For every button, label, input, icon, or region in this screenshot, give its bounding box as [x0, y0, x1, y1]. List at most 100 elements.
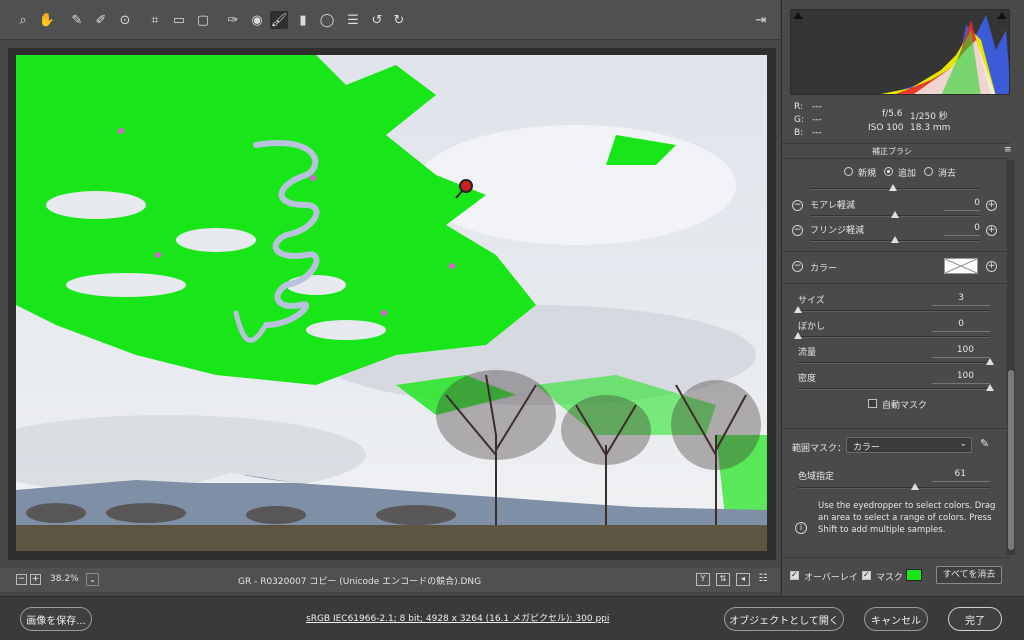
swap-icon[interactable]: ⇅: [716, 573, 730, 586]
density-slider-track[interactable]: [798, 388, 990, 390]
zoom-level[interactable]: 38.2%: [50, 574, 79, 584]
done-button[interactable]: 完了: [948, 607, 1002, 631]
feather-slider-thumb[interactable]: [794, 332, 802, 339]
density-value[interactable]: 100: [944, 371, 974, 381]
red-eye-icon[interactable]: ◉: [248, 11, 266, 29]
color-range-slider-track[interactable]: [798, 487, 990, 489]
zoom-out-button[interactable]: −: [16, 574, 27, 585]
open-object-button[interactable]: オブジェクトとして開く: [724, 607, 844, 631]
g-value: ---: [812, 115, 822, 125]
photo-image: [16, 55, 767, 551]
automask-checkbox[interactable]: [868, 399, 877, 408]
feather-value[interactable]: 0: [934, 319, 964, 329]
range-mask-label: 範囲マスク：: [792, 444, 847, 454]
radio-new[interactable]: [844, 167, 853, 176]
color-sampler-icon[interactable]: ✐: [92, 11, 110, 29]
size-value[interactable]: 3: [934, 293, 964, 303]
flow-label: 流量: [798, 348, 817, 358]
bottom-bar: 画像を保存... sRGB IEC61966-2.1; 8 bit; 4928 …: [0, 596, 1024, 640]
mode-erase-label: 消去: [938, 169, 957, 179]
copy-settings-icon[interactable]: ◂: [736, 573, 750, 586]
fullscreen-icon[interactable]: ⇥: [752, 11, 770, 29]
clear-all-button[interactable]: すべてを消去: [936, 566, 1002, 584]
iso-value: ISO 100: [868, 123, 904, 133]
save-image-button[interactable]: 画像を保存...: [20, 607, 92, 631]
straighten-icon[interactable]: ▭: [170, 11, 188, 29]
moire-plus-button[interactable]: +: [986, 200, 997, 211]
shadow-clipping-icon[interactable]: [793, 12, 803, 19]
panel-scrollbar-thumb[interactable]: [1008, 370, 1014, 550]
prev-slider-thumb[interactable]: [889, 184, 897, 191]
mode-new-label: 新規: [858, 169, 877, 179]
preview-settings-icon[interactable]: ☷: [756, 573, 770, 586]
flow-value[interactable]: 100: [944, 345, 974, 355]
photo-preview[interactable]: [16, 55, 767, 551]
fringe-minus-button[interactable]: −: [792, 225, 803, 236]
overlay-label: オーバーレイ: [804, 573, 858, 583]
overlay-checkbox[interactable]: [790, 570, 799, 580]
moire-value[interactable]: 0: [950, 198, 980, 208]
hand-icon[interactable]: ✋: [38, 11, 56, 29]
zoom-dropdown[interactable]: ⌄: [86, 573, 99, 586]
mask-color-swatch[interactable]: [906, 569, 922, 581]
flow-slider-track[interactable]: [798, 362, 990, 364]
b-label: B:: [794, 128, 804, 138]
right-panel: R: --- G: --- B: --- f/5.6 1/250 秒 ISO 1…: [781, 0, 1024, 596]
zoom-in-button[interactable]: +: [30, 574, 41, 585]
moire-slider-thumb[interactable]: [891, 211, 899, 218]
graduated-filter-icon[interactable]: ▮: [294, 11, 312, 29]
shutter-value: 1/250 秒: [910, 112, 948, 122]
help-text: Use the eyedropper to select colors. Dra…: [818, 501, 996, 535]
eyedropper-icon[interactable]: ✎: [980, 437, 989, 450]
radio-erase[interactable]: [924, 167, 933, 176]
color-plus-button[interactable]: +: [986, 261, 997, 272]
fringe-value[interactable]: 0: [950, 223, 980, 233]
camera-raw-window: ⌕ ✋ ✎ ✐ ⊙ ⌗ ▭ ▢ ✑ ◉ 🖌 ▮ ◯ ☰ ↺ ↻ ⇥ − + 38…: [0, 0, 1024, 640]
exif-info: R: --- G: --- B: --- f/5.6 1/250 秒 ISO 1…: [782, 97, 1024, 142]
before-after-icon[interactable]: Y: [696, 573, 710, 586]
spot-removal-icon[interactable]: ✑: [224, 11, 242, 29]
rotate-cw-icon[interactable]: ↻: [390, 11, 408, 29]
panel-menu-icon[interactable]: ≡: [1004, 145, 1012, 155]
color-range-label: 色域指定: [798, 472, 835, 482]
chevron-down-icon: ⌄: [959, 439, 967, 449]
feather-label: ぼかし: [798, 322, 826, 332]
crop-icon[interactable]: ⌗: [146, 11, 164, 29]
color-range-value[interactable]: 61: [936, 469, 966, 479]
list-icon[interactable]: ☰: [344, 11, 362, 29]
range-mask-select[interactable]: カラー ⌄: [846, 437, 972, 453]
transform-icon[interactable]: ▢: [194, 11, 212, 29]
color-swatch[interactable]: [944, 258, 978, 274]
workflow-options-link[interactable]: sRGB IEC61966-2.1; 8 bit; 4928 x 3264 (1…: [306, 611, 609, 624]
mask-checkbox[interactable]: [862, 570, 871, 580]
histogram: [790, 9, 1010, 95]
rotate-ccw-icon[interactable]: ↺: [368, 11, 386, 29]
size-slider-track[interactable]: [798, 310, 990, 312]
color-minus-button[interactable]: −: [792, 261, 803, 272]
feather-slider-track[interactable]: [798, 336, 990, 338]
zoom-icon[interactable]: ⌕: [14, 11, 32, 29]
highlight-clipping-icon[interactable]: [997, 12, 1007, 19]
color-range-slider-thumb[interactable]: [911, 483, 920, 490]
density-slider-thumb[interactable]: [986, 384, 994, 391]
fringe-label: フリンジ軽減: [810, 226, 865, 236]
info-icon: i: [795, 522, 807, 534]
adjustment-brush-icon[interactable]: 🖌: [270, 11, 288, 29]
cancel-button[interactable]: キャンセル: [864, 607, 928, 631]
size-slider-thumb[interactable]: [794, 306, 802, 313]
white-balance-icon[interactable]: ✎: [68, 11, 86, 29]
aperture-value: f/5.6: [882, 109, 903, 119]
radial-filter-icon[interactable]: ◯: [318, 11, 336, 29]
targeted-adjustment-icon[interactable]: ⊙: [116, 11, 134, 29]
fringe-plus-button[interactable]: +: [986, 225, 997, 236]
fringe-slider-thumb[interactable]: [891, 236, 899, 243]
tool-bar: ⌕ ✋ ✎ ✐ ⊙ ⌗ ▭ ▢ ✑ ◉ 🖌 ▮ ◯ ☰ ↺ ↻ ⇥: [0, 0, 780, 40]
focal-length-value: 18.3 mm: [910, 123, 951, 133]
radio-add[interactable]: [884, 167, 893, 176]
g-label: G:: [794, 115, 805, 125]
r-value: ---: [812, 102, 822, 112]
r-label: R:: [794, 102, 804, 112]
moire-minus-button[interactable]: −: [792, 200, 803, 211]
flow-slider-thumb[interactable]: [986, 358, 994, 365]
density-label: 密度: [798, 374, 817, 384]
